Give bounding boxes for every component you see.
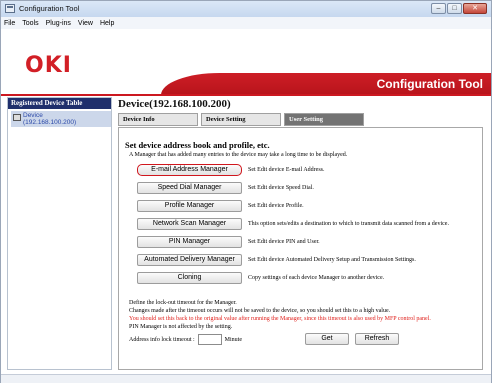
tab-device-info[interactable]: Device Info	[118, 113, 198, 126]
manager-description: Set Edit device E-mail Address.	[248, 167, 325, 173]
profile-manager-button[interactable]: Profile Manager	[137, 200, 242, 212]
manager-row: Speed Dial Manager Set Edit device Speed…	[137, 182, 314, 194]
device-icon	[13, 114, 21, 121]
speed-dial-manager-button[interactable]: Speed Dial Manager	[137, 182, 242, 194]
manager-row: Network Scan Manager This option sets/ed…	[137, 218, 449, 230]
manager-row: PIN Manager Set Edit device PIN and User…	[137, 236, 320, 248]
menu-tools[interactable]: Tools	[22, 20, 38, 27]
lock-timeout-label: Address info lock timeout :	[129, 336, 195, 343]
app-title: Configuration Tool	[376, 77, 483, 91]
manager-row: E-mail Address Manager Set Edit device E…	[137, 164, 324, 176]
menu-file[interactable]: File	[4, 20, 15, 27]
manager-description: Set Edit device Speed Dial.	[248, 185, 314, 191]
minimize-button[interactable]: –	[431, 3, 446, 14]
lock-timeout-unit: Minute	[224, 336, 243, 343]
lock-warning: You should set this back to the original…	[129, 316, 431, 322]
user-setting-panel: Set device address book and profile, etc…	[118, 127, 483, 370]
manager-description: This option sets/edits a destination to …	[248, 221, 449, 227]
tab-device-setting[interactable]: Device Setting	[201, 113, 281, 126]
lock-timeout-row: Address info lock timeout : Minute	[129, 334, 242, 345]
section-note: A Manager that has added many entries to…	[129, 152, 348, 158]
manager-row: Profile Manager Set Edit device Profile.	[137, 200, 304, 212]
menu-plugins[interactable]: Plug-ins	[46, 20, 71, 27]
app-icon	[5, 4, 15, 13]
automated-delivery-manager-button[interactable]: Automated Delivery Manager	[137, 254, 242, 266]
device-address: (192.168.100.200)	[23, 119, 77, 126]
title-bar: Configuration Tool – □ ✕	[1, 1, 491, 17]
device-table-panel: Registered Device Table Device (192.168.…	[7, 97, 112, 370]
header-divider	[1, 94, 491, 96]
device-tree-item[interactable]: Device (192.168.100.200)	[11, 111, 111, 127]
manager-description: Set Edit device PIN and User.	[248, 239, 320, 245]
maximize-button[interactable]: □	[447, 3, 462, 14]
pin-manager-button[interactable]: PIN Manager	[137, 236, 242, 248]
email-address-manager-button[interactable]: E-mail Address Manager	[137, 164, 242, 176]
device-title: Device(192.168.100.200)	[118, 98, 231, 110]
lock-note-1: Define the lock-out timeout for the Mana…	[129, 300, 237, 306]
lock-note-4: PIN Manager is not affected by the setti…	[129, 324, 233, 330]
configuration-tool-window: Configuration Tool – □ ✕ File Tools Plug…	[0, 0, 492, 383]
device-table-heading: Registered Device Table	[8, 98, 111, 109]
menu-help[interactable]: Help	[100, 20, 114, 27]
manager-description: Set Edit device Profile.	[248, 203, 304, 209]
manager-row: Automated Delivery Manager Set Edit devi…	[137, 254, 416, 266]
manager-description: Set Edit device Automated Delivery Setup…	[248, 257, 416, 263]
oki-logo: OKI	[25, 53, 72, 78]
lock-timeout-input[interactable]	[197, 334, 222, 345]
main-content: Device(192.168.100.200) Device Info Devi…	[114, 97, 487, 370]
window-controls: – □ ✕	[431, 3, 487, 14]
lock-note-2: Changes made after the timeout occurs wi…	[129, 308, 391, 314]
close-button[interactable]: ✕	[463, 3, 487, 14]
device-label: Device (192.168.100.200)	[23, 112, 76, 126]
menu-view[interactable]: View	[78, 20, 93, 27]
status-bar	[1, 374, 491, 383]
get-button[interactable]: Get	[305, 333, 349, 345]
window-title: Configuration Tool	[19, 4, 80, 13]
tab-bar: Device Info Device Setting User Setting	[118, 113, 364, 126]
manager-description: Copy settings of each device Manager to …	[248, 275, 385, 281]
tab-user-setting[interactable]: User Setting	[284, 113, 364, 126]
network-scan-manager-button[interactable]: Network Scan Manager	[137, 218, 242, 230]
manager-row: Cloning Copy settings of each device Man…	[137, 272, 384, 284]
menu-bar: File Tools Plug-ins View Help	[1, 17, 491, 29]
device-name: Device	[23, 112, 43, 119]
cloning-button[interactable]: Cloning	[137, 272, 242, 284]
refresh-button[interactable]: Refresh	[355, 333, 399, 345]
section-title: Set device address book and profile, etc…	[125, 140, 270, 150]
